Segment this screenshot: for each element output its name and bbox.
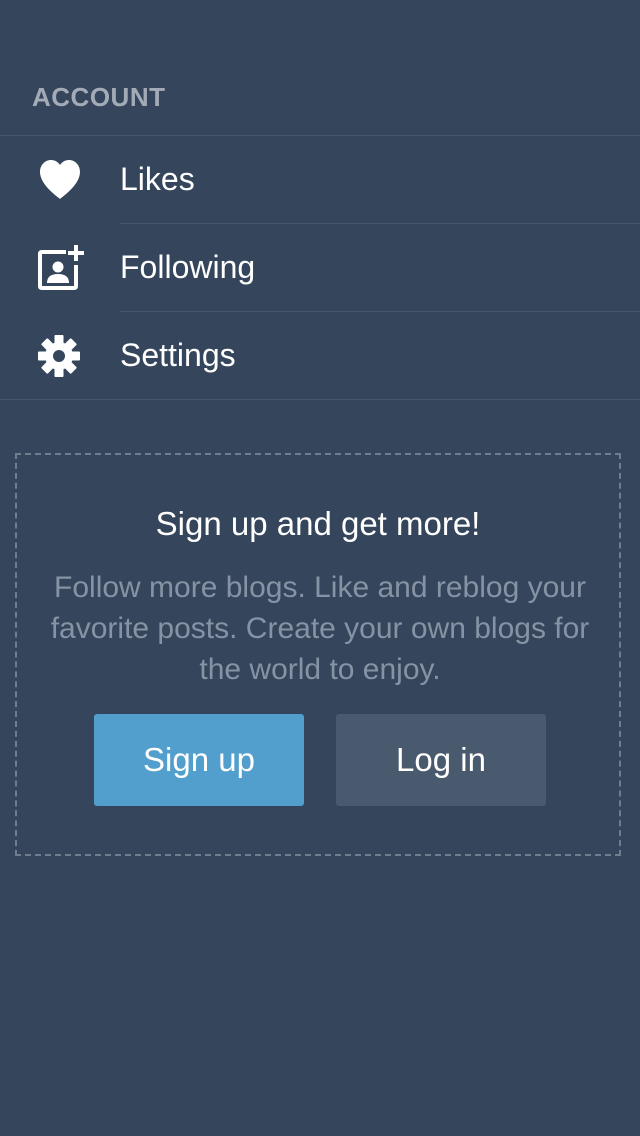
signup-button[interactable]: Sign up	[94, 714, 304, 806]
gear-icon	[36, 333, 84, 379]
promo-title: Sign up and get more!	[155, 505, 481, 542]
account-menu: Likes Following Settings	[0, 135, 640, 400]
menu-label-likes: Likes	[120, 161, 195, 197]
following-icon	[36, 245, 84, 291]
account-section-header: ACCOUNT	[32, 82, 166, 112]
signup-promo-box: Sign up and get more! Follow more blogs.…	[15, 453, 621, 856]
promo-description: Follow more blogs. Like and reblog your …	[50, 571, 590, 686]
menu-item-settings[interactable]: Settings	[38, 311, 640, 399]
menu-label-following: Following	[120, 249, 256, 285]
login-button[interactable]: Log in	[336, 714, 546, 806]
menu-label-settings: Settings	[120, 337, 236, 373]
menu-item-likes[interactable]: Likes	[0, 136, 640, 223]
heart-icon	[36, 157, 84, 203]
menu-item-following[interactable]: Following	[38, 223, 640, 311]
